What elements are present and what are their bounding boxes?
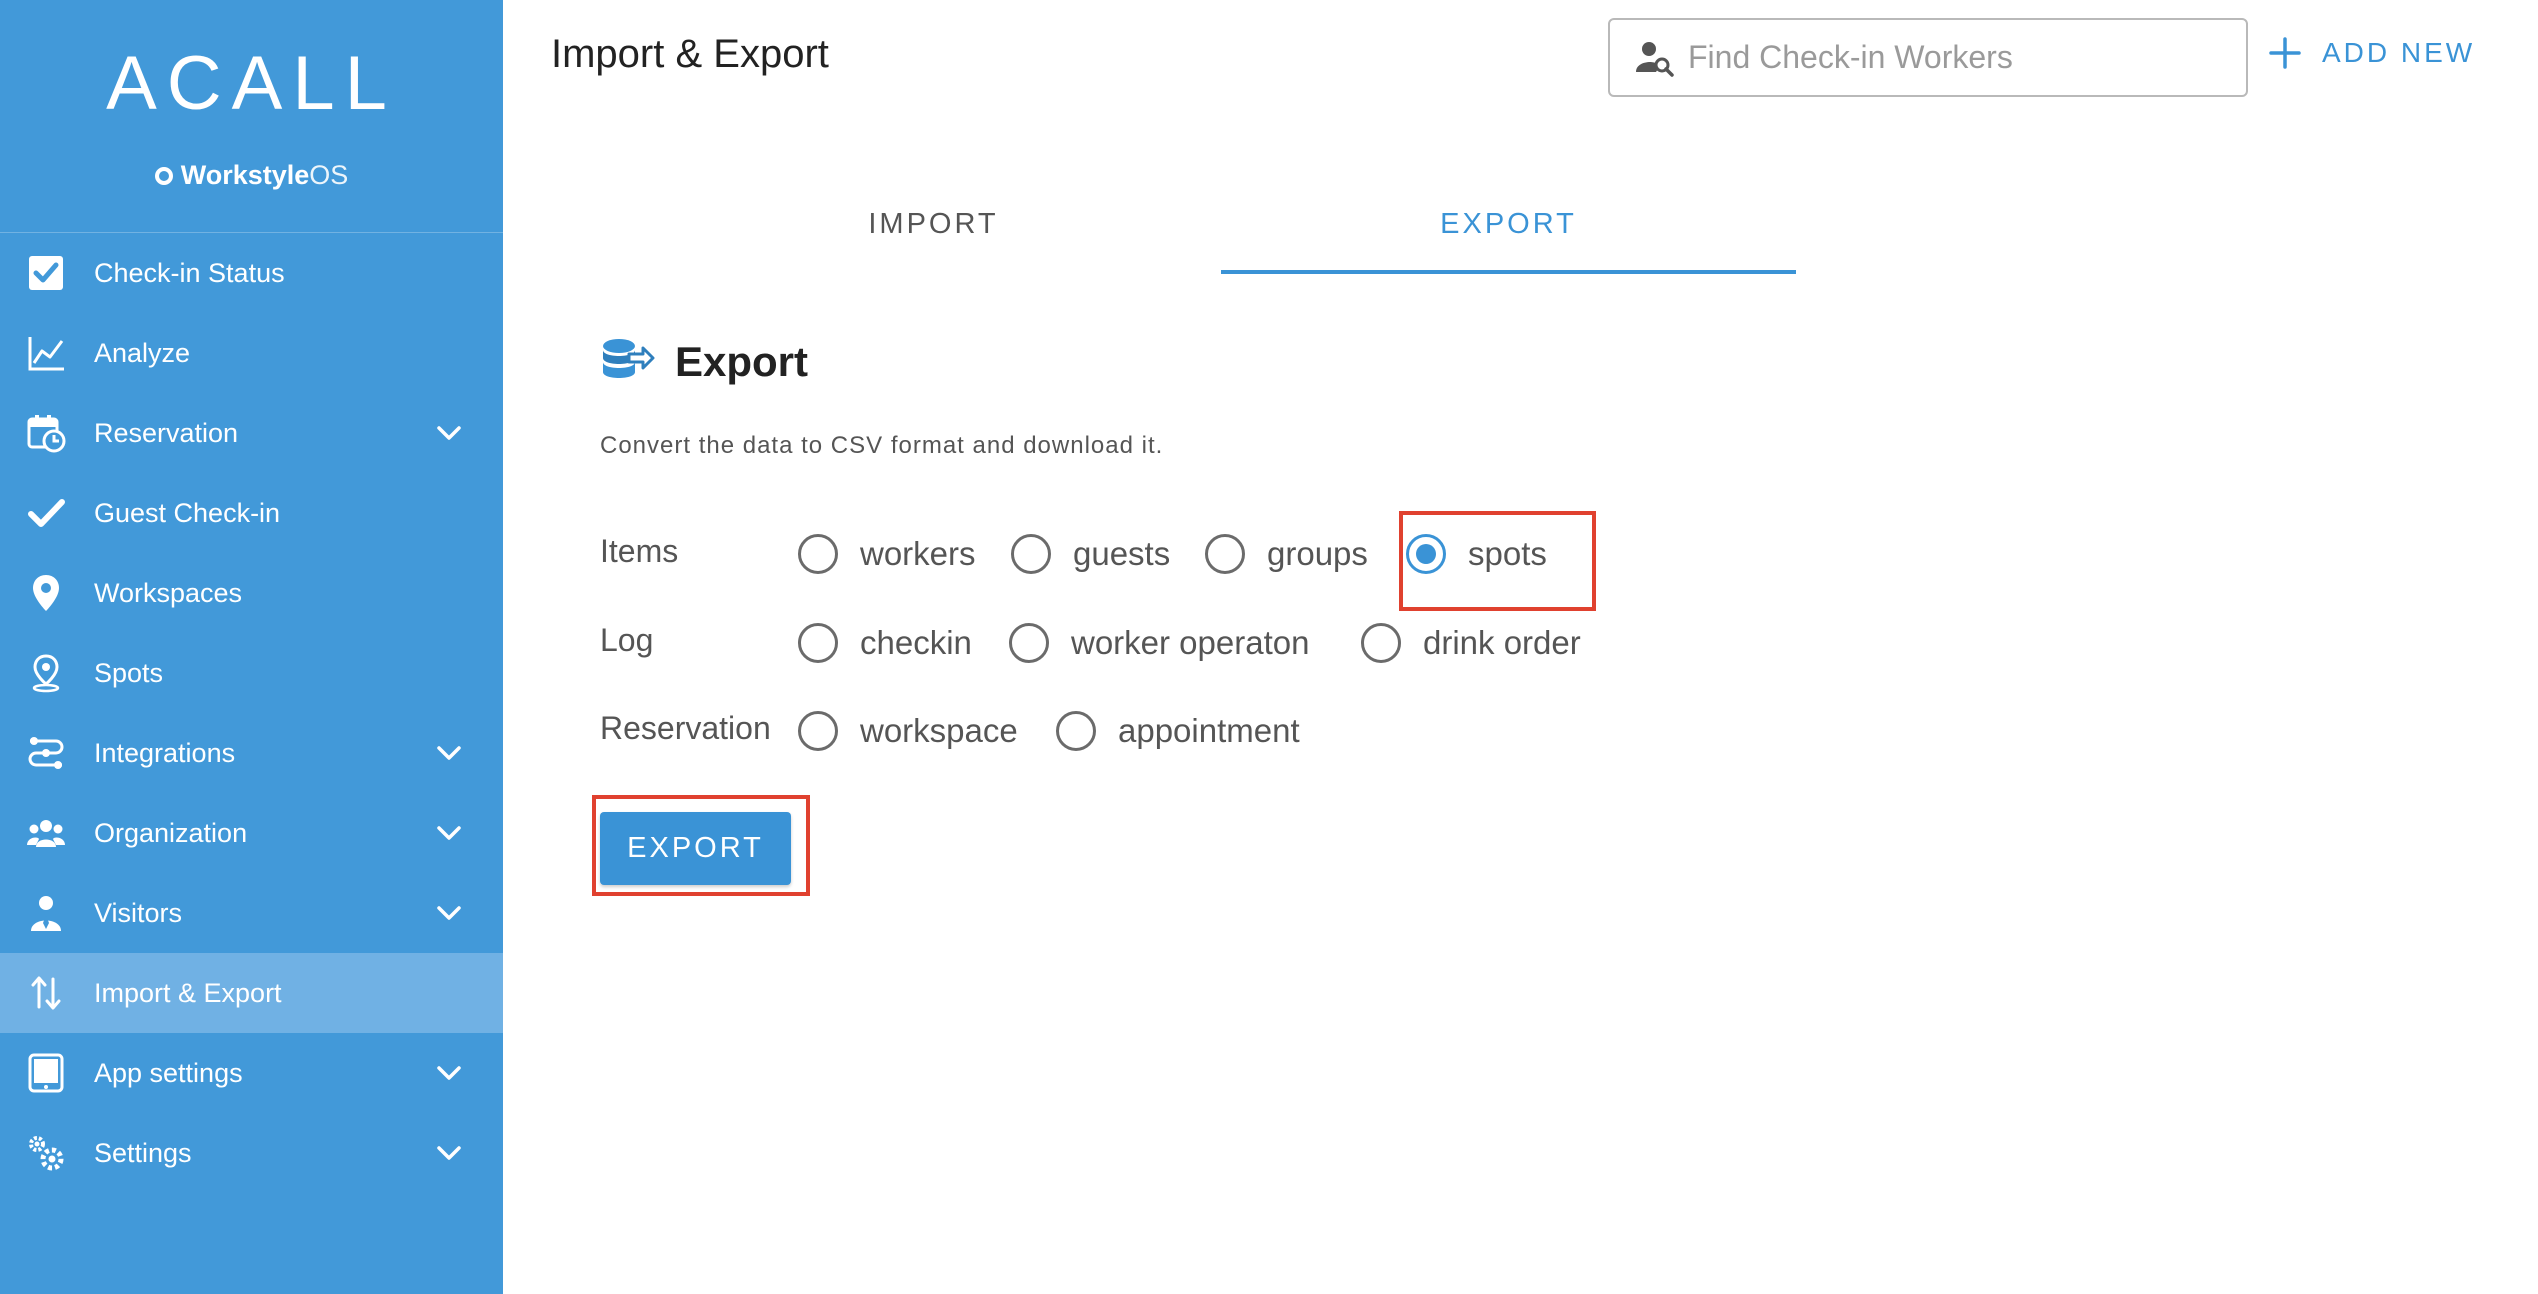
tab-export[interactable]: EXPORT <box>1221 190 1796 274</box>
row-label-items: Items <box>600 533 679 569</box>
radio-label: drink order <box>1423 624 1581 661</box>
radio-workers[interactable]: workers <box>798 534 976 574</box>
arrows-up-down-icon <box>26 973 66 1013</box>
sidebar-item-label: Analyze <box>94 337 191 368</box>
row-label-log: Log <box>600 622 654 658</box>
page-title: Import & Export <box>551 32 829 76</box>
checkbox-icon <box>26 253 66 293</box>
chevron-down-icon[interactable] <box>435 819 463 847</box>
radio-drink-order[interactable]: drink order <box>1361 623 1581 663</box>
sidebar-item-integrations[interactable]: Integrations <box>0 713 503 793</box>
radio-worker-operaton[interactable]: worker operaton <box>1009 623 1309 663</box>
export-section-header: Export <box>599 336 808 388</box>
subbrand-bold: Workstyle <box>180 160 310 190</box>
sidebar-nav: Check-in Status Analyze Reservation Gues… <box>0 233 503 1193</box>
row-label-reservation: Reservation <box>600 710 771 746</box>
radio-appointment[interactable]: appointment <box>1056 711 1300 751</box>
location-pin-icon <box>26 653 66 693</box>
sidebar-item-label: Workspaces <box>94 577 243 608</box>
import-export-tabs: IMPORT EXPORT <box>646 190 1796 274</box>
radio-label: groups <box>1267 535 1368 572</box>
sidebar-item-label: Settings <box>94 1137 192 1168</box>
workstyleos-subbrand: WorkstyleOS <box>0 160 503 191</box>
user-search-icon <box>1636 41 1674 77</box>
radio-groups[interactable]: groups <box>1205 534 1368 574</box>
radio-label: workspace <box>860 712 1018 749</box>
add-new-label: ADD NEW <box>2322 37 2476 68</box>
radio-circle[interactable] <box>1009 623 1049 663</box>
sidebar-item-organization[interactable]: Organization <box>0 793 503 873</box>
main-content: Import & Export ADD NEW IMPORT EXPORT Ex… <box>503 0 2538 1294</box>
radio-guests[interactable]: guests <box>1011 534 1170 574</box>
radio-circle[interactable] <box>1011 534 1051 574</box>
calendar-clock-icon <box>26 413 66 453</box>
sidebar-item-visitors[interactable]: Visitors <box>0 873 503 953</box>
sidebar-item-check-in-status[interactable]: Check-in Status <box>0 233 503 313</box>
radio-circle[interactable] <box>798 534 838 574</box>
sidebar-item-import-export[interactable]: Import & Export <box>0 953 503 1033</box>
tablet-icon <box>26 1053 66 1093</box>
integrations-icon <box>26 733 66 773</box>
chevron-down-icon[interactable] <box>435 1059 463 1087</box>
radio-circle[interactable] <box>798 711 838 751</box>
radio-circle[interactable] <box>1361 623 1401 663</box>
people-icon <box>26 813 66 853</box>
search-input[interactable] <box>1688 39 2228 76</box>
radio-label: checkin <box>860 624 972 661</box>
sidebar-item-spots[interactable]: Spots <box>0 633 503 713</box>
tab-import[interactable]: IMPORT <box>646 190 1221 274</box>
highlight-box-spots <box>1399 511 1596 611</box>
radio-workspace[interactable]: workspace <box>798 711 1018 751</box>
radio-label: appointment <box>1118 712 1300 749</box>
sidebar-item-label: App settings <box>94 1057 243 1088</box>
export-description: Convert the data to CSV format and downl… <box>600 432 1164 459</box>
radio-checkin[interactable]: checkin <box>798 623 972 663</box>
chevron-down-icon[interactable] <box>435 419 463 447</box>
sidebar: ACALL WorkstyleOS Check-in Status Analyz… <box>0 0 503 1294</box>
sidebar-item-app-settings[interactable]: App settings <box>0 1033 503 1113</box>
brand-header: ACALL WorkstyleOS <box>0 0 503 233</box>
acall-logo[interactable]: ACALL <box>0 40 503 127</box>
sidebar-item-analyze[interactable]: Analyze <box>0 313 503 393</box>
visitor-icon <box>26 893 66 933</box>
radio-circle[interactable] <box>798 623 838 663</box>
sidebar-item-label: Organization <box>94 817 248 848</box>
plus-icon <box>2269 37 2301 69</box>
sidebar-item-settings[interactable]: Settings <box>0 1113 503 1193</box>
radio-label: guests <box>1073 535 1171 572</box>
database-export-icon <box>603 339 655 378</box>
sidebar-item-label: Reservation <box>94 417 239 448</box>
radio-circle[interactable] <box>1205 534 1245 574</box>
radio-circle[interactable] <box>1056 711 1096 751</box>
sidebar-item-label: Check-in Status <box>94 257 285 288</box>
sidebar-item-label: Visitors <box>94 897 183 928</box>
sidebar-item-label: Spots <box>94 657 164 688</box>
line-chart-icon <box>26 333 66 373</box>
checkmark-icon <box>26 493 66 533</box>
export-title: Export <box>675 338 809 385</box>
add-new-button[interactable]: ADD NEW <box>2268 36 2475 70</box>
radio-label: workers <box>860 535 976 572</box>
search-box[interactable] <box>1608 18 2248 97</box>
sidebar-item-guest-check-in[interactable]: Guest Check-in <box>0 473 503 553</box>
chevron-down-icon[interactable] <box>435 899 463 927</box>
workstyleos-ring-icon <box>154 167 173 185</box>
sidebar-item-label: Guest Check-in <box>94 497 281 528</box>
sidebar-item-label: Integrations <box>94 737 236 768</box>
radio-label: worker operaton <box>1071 624 1310 661</box>
sidebar-item-reservation[interactable]: Reservation <box>0 393 503 473</box>
sidebar-item-workspaces[interactable]: Workspaces <box>0 553 503 633</box>
subbrand-light: OS <box>309 160 349 190</box>
gears-icon <box>26 1133 66 1173</box>
chevron-down-icon[interactable] <box>435 1139 463 1167</box>
highlight-box-export-button <box>592 795 810 896</box>
chevron-down-icon[interactable] <box>435 739 463 767</box>
map-pin-icon <box>26 573 66 613</box>
sidebar-item-label: Import & Export <box>94 977 282 1008</box>
